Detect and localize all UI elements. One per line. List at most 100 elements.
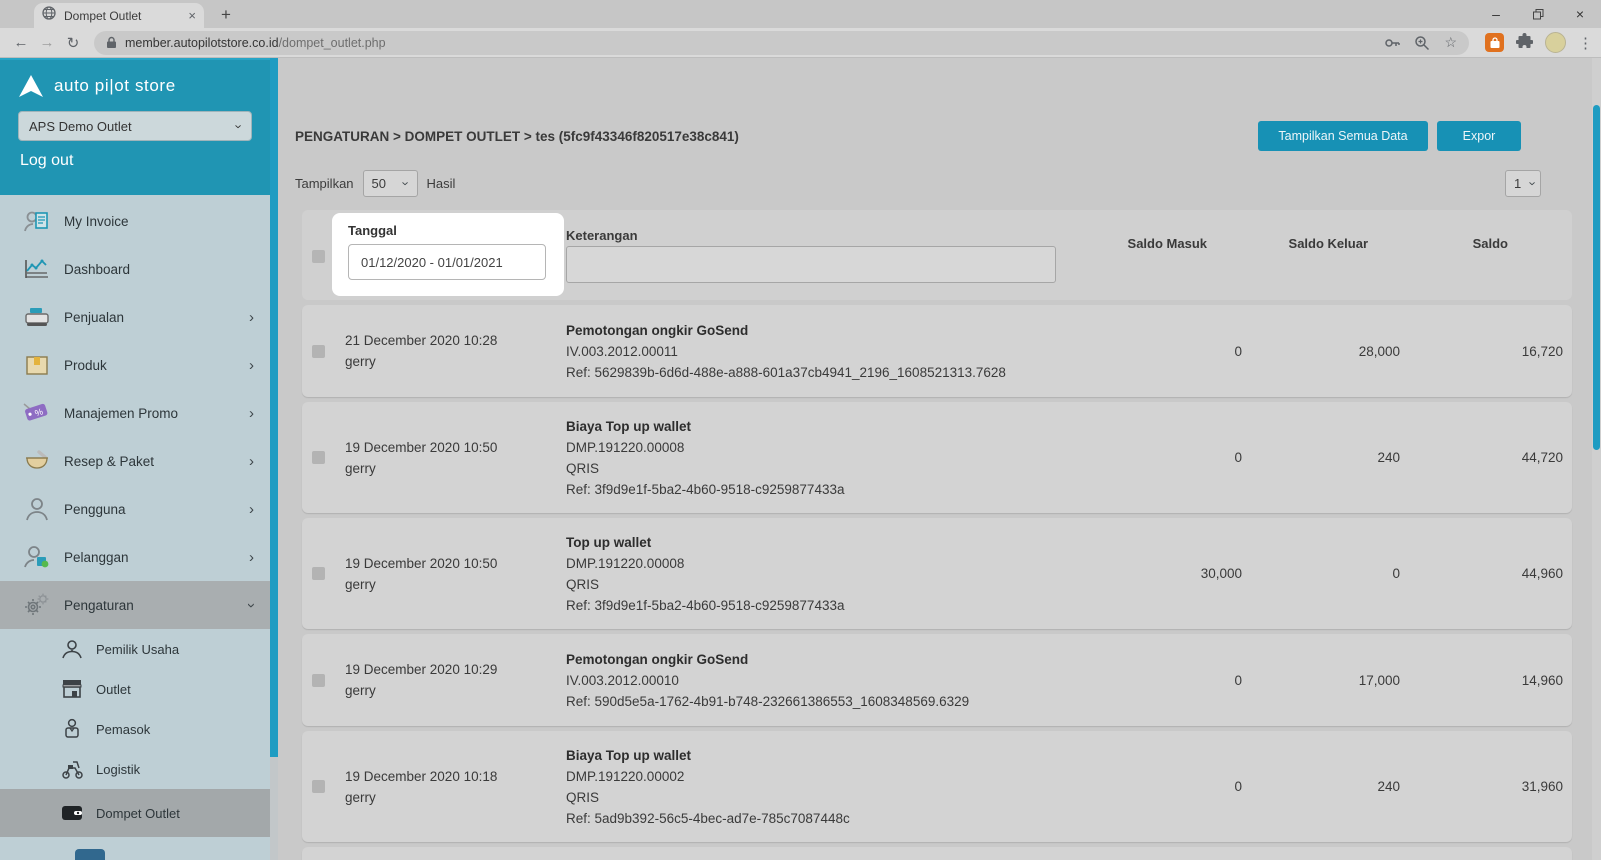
table-row[interactable]: 19 December 2020 10:50gerryTop up wallet… — [302, 518, 1572, 629]
row-description-cell: Top up walletDMP.191220.00008QRISRef: 3f… — [566, 532, 1102, 616]
sidebar-subitem-pemilik-usaha[interactable]: Pemilik Usaha — [0, 629, 270, 669]
row-detail: IV.003.2012.00011 — [566, 341, 1102, 362]
close-button[interactable]: × — [1559, 0, 1601, 28]
sidebar-subitem-dompet-outlet[interactable]: Dompet Outlet — [0, 789, 270, 837]
sidebar-header: auto pi|ot store APS Demo Outlet › Log o… — [0, 60, 270, 195]
per-page-prefix: Tampilkan — [295, 176, 354, 191]
restore-button[interactable] — [1517, 0, 1559, 28]
transaction-list: 21 December 2020 10:28gerryPemotongan on… — [302, 305, 1572, 860]
table-row-partial[interactable] — [302, 847, 1572, 860]
outlet-select[interactable]: APS Demo Outlet › — [18, 111, 252, 141]
per-page-select[interactable]: 50 › — [363, 170, 418, 197]
wallet-icon — [60, 801, 84, 825]
sidebar: auto pi|ot store APS Demo Outlet › Log o… — [0, 58, 270, 860]
row-user: gerry — [345, 574, 566, 595]
row-description-cell: Pemotongan ongkir GoSendIV.003.2012.0001… — [566, 649, 1102, 712]
row-detail: Ref: 5629839b-6d6d-488e-a888-601a37cb494… — [566, 362, 1102, 383]
page-scrollbar-thumb[interactable] — [1593, 105, 1600, 450]
table-row[interactable]: 19 December 2020 10:18gerryBiaya Top up … — [302, 731, 1572, 842]
row-checkbox[interactable] — [302, 674, 345, 687]
show-all-data-button[interactable]: Tampilkan Semua Data — [1258, 121, 1428, 151]
select-all-checkbox[interactable] — [312, 250, 325, 263]
saldo-masuk-value: 0 — [1102, 673, 1242, 688]
url-path: /dompet_outlet.php — [279, 36, 386, 50]
new-tab-button[interactable]: + — [214, 3, 238, 27]
row-checkbox[interactable] — [302, 345, 345, 358]
keterangan-filter-input[interactable] — [566, 246, 1056, 283]
row-detail: IV.003.2012.00010 — [566, 670, 1102, 691]
sidebar-item-pengguna[interactable]: Pengguna› — [0, 485, 270, 533]
sidebar-item-dashboard[interactable]: Dashboard — [0, 245, 270, 293]
row-title: Biaya Top up wallet — [566, 745, 1102, 766]
sidebar-item-resep-paket[interactable]: Resep & Paket› — [0, 437, 270, 485]
breadcrumb: PENGATURAN > DOMPET OUTLET > tes (5fc9f4… — [295, 129, 739, 144]
sidebar-subitem-label: Outlet — [96, 682, 131, 697]
address-bar[interactable]: member.autopilotstore.co.id /dompet_outl… — [94, 31, 1469, 55]
extensions-puzzle-icon[interactable] — [1516, 32, 1533, 54]
row-detail: DMP.191220.00008 — [566, 553, 1102, 574]
row-detail: Ref: 590d5e5a-1762-4b91-b748-23266138655… — [566, 691, 1102, 712]
row-checkbox[interactable] — [302, 451, 345, 464]
saldo-keluar-value: 0 — [1242, 566, 1400, 581]
tanggal-filter-spotlight: Tanggal 01/12/2020 - 01/01/2021 — [332, 213, 564, 296]
row-title: Pemotongan ongkir GoSend — [566, 320, 1102, 341]
recipe-icon — [22, 446, 52, 476]
zoom-icon[interactable] — [1414, 35, 1430, 51]
row-user: gerry — [345, 458, 566, 479]
forward-icon[interactable]: → — [34, 34, 60, 51]
sidebar-subitem-logistik[interactable]: Logistik — [0, 749, 270, 789]
table-row[interactable]: 19 December 2020 10:50gerryBiaya Top up … — [302, 402, 1572, 513]
sidebar-item-manajemen-promo[interactable]: %Manajemen Promo› — [0, 389, 270, 437]
row-detail: DMP.191220.00008 — [566, 437, 1102, 458]
page-select[interactable]: 1 › — [1505, 170, 1541, 197]
logout-link[interactable]: Log out — [0, 141, 270, 170]
screen: Dompet Outlet × + – × ← → ↻ member.autop… — [0, 0, 1601, 860]
sidebar-item-label: Penjualan — [64, 310, 249, 325]
chevron-down-icon: › — [232, 124, 245, 128]
page-scrollbar[interactable] — [1592, 58, 1601, 860]
sidebar-item-label: Produk — [64, 358, 249, 373]
key-icon[interactable] — [1384, 35, 1400, 51]
profile-avatar[interactable] — [1545, 32, 1566, 53]
row-user: gerry — [345, 787, 566, 808]
sidebar-item-label: Pengaturan — [64, 598, 249, 613]
table-row[interactable]: 21 December 2020 10:28gerryPemotongan on… — [302, 305, 1572, 397]
sidebar-item-pelanggan[interactable]: Pelanggan› — [0, 533, 270, 581]
row-user: gerry — [345, 680, 566, 701]
sidebar-item-penjualan[interactable]: Penjualan› — [0, 293, 270, 341]
sidebar-scrollbar-thumb[interactable] — [270, 58, 278, 757]
app: auto pi|ot store APS Demo Outlet › Log o… — [0, 58, 1601, 860]
chevron-down-icon: › — [400, 181, 413, 185]
sidebar-subitem-pemasok[interactable]: Pemasok — [0, 709, 270, 749]
sidebar-menu: My Invoice Dashboard Penjualan›Produk›%Man… — [0, 197, 270, 860]
reload-icon[interactable]: ↻ — [60, 34, 86, 52]
tanggal-filter-input[interactable]: 01/12/2020 - 01/01/2021 — [348, 244, 546, 280]
sidebar-item-pengaturan[interactable]: Pengaturan› — [0, 581, 270, 629]
back-icon[interactable]: ← — [8, 34, 34, 51]
minimize-button[interactable]: – — [1475, 0, 1517, 28]
shopping-extension-icon[interactable] — [1485, 33, 1504, 52]
sidebar-subitem-label: Pemilik Usaha — [96, 642, 179, 657]
sidebar-item-label: Dashboard — [64, 262, 254, 277]
export-button[interactable]: Expor — [1437, 121, 1521, 151]
browser-tab[interactable]: Dompet Outlet × — [34, 3, 204, 28]
sidebar-scrollbar[interactable] — [270, 58, 278, 860]
table-row[interactable]: 19 December 2020 10:29gerryPemotongan on… — [302, 634, 1572, 726]
row-user: gerry — [345, 351, 566, 372]
sidebar-item-produk[interactable]: Produk› — [0, 341, 270, 389]
tab-close-icon[interactable]: × — [188, 8, 196, 23]
sidebar-subitem-label: Logistik — [96, 762, 140, 777]
sidebar-subitem-outlet[interactable]: Outlet — [0, 669, 270, 709]
sidebar-item-label: Pelanggan — [64, 550, 249, 565]
browser-menu-icon[interactable]: ⋮ — [1578, 34, 1593, 52]
saldo-masuk-value: 0 — [1102, 779, 1242, 794]
settings-icon — [22, 590, 52, 620]
row-date: 19 December 2020 10:50 — [345, 553, 566, 574]
saldo-masuk-value: 30,000 — [1102, 566, 1242, 581]
saldo-masuk-value: 0 — [1102, 450, 1242, 465]
bookmark-star-icon[interactable]: ☆ — [1444, 34, 1457, 51]
sidebar-item-my-invoice[interactable]: My Invoice — [0, 197, 270, 245]
product-icon — [22, 350, 52, 380]
row-checkbox[interactable] — [302, 567, 345, 580]
row-checkbox[interactable] — [302, 780, 345, 793]
